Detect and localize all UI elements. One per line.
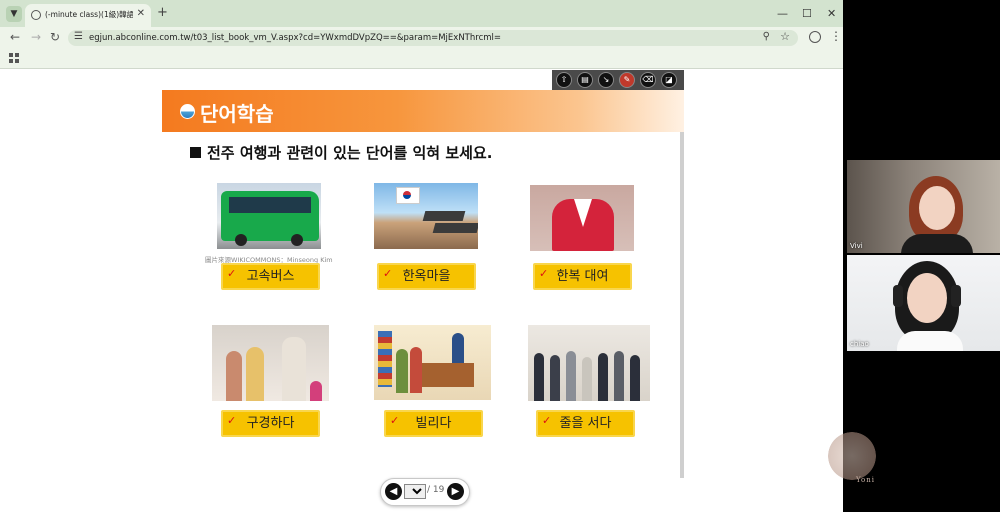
- word-label: 한복 대여: [556, 269, 609, 284]
- video-tile-chiao[interactable]: chiao: [847, 255, 1000, 351]
- close-tab-icon[interactable]: ✕: [137, 8, 145, 19]
- tab-search-icon[interactable]: ▼: [6, 6, 22, 22]
- word-card-0[interactable]: ✓ 고속버스: [221, 263, 320, 290]
- forward-icon[interactable]: →: [31, 30, 41, 44]
- check-mark-icon: ✓: [542, 414, 552, 427]
- word-label: 구경하다: [246, 416, 295, 431]
- word-label: 한옥마을: [402, 269, 451, 284]
- hanok-village-image: [374, 183, 478, 249]
- instruction-text: 전주 여행과 관련이 있는 단어를 익혀 보세요.: [190, 142, 492, 163]
- globe-icon: [31, 10, 41, 20]
- word-card-4[interactable]: ✓ 빌리다: [384, 410, 483, 437]
- watermark-logo: [828, 432, 876, 480]
- next-page-icon[interactable]: ▶: [447, 483, 464, 500]
- url-text: egjun.abconline.com.tw/t03_list_book_vm_…: [89, 33, 502, 43]
- close-window-icon[interactable]: ✕: [827, 7, 836, 20]
- bookmarks-bar: [0, 49, 843, 69]
- reload-icon[interactable]: ↻: [50, 30, 60, 44]
- page-select[interactable]: 5: [404, 484, 426, 499]
- rental-image: [374, 325, 491, 400]
- upload-icon[interactable]: ⇧: [556, 72, 572, 88]
- participant-name: Vivi: [850, 242, 863, 250]
- participant-name: chiao: [850, 340, 869, 348]
- instruction-label: 전주 여행과 관련이 있는 단어를 익혀 보세요.: [207, 144, 493, 162]
- bus-image: [217, 183, 321, 249]
- minimize-icon[interactable]: —: [777, 7, 788, 20]
- watermark-text: Yoni: [856, 476, 875, 484]
- check-mark-icon: ✓: [227, 414, 237, 427]
- word-label: 줄을 서다: [559, 416, 612, 431]
- bookmark-star-icon[interactable]: ☆: [780, 30, 790, 43]
- word-label: 빌리다: [415, 416, 452, 431]
- lesson-page: ⇧ ▤ ↘ ✎ ⌫ ◪ 단어학습 전주 여행과 관련이 있는 단어를 익혀 보세…: [160, 70, 684, 480]
- site-info-icon[interactable]: ☰: [74, 31, 83, 42]
- navigation-toolbar: ← → ↻ ☰ egjun.abconline.com.tw/t03_list_…: [0, 27, 843, 49]
- banner-ball-icon: [180, 104, 195, 119]
- pen-icon[interactable]: ✎: [619, 72, 635, 88]
- word-label: 고속버스: [246, 269, 295, 284]
- trash-icon[interactable]: ◪: [661, 72, 677, 88]
- queue-image: [528, 325, 650, 401]
- word-card-1[interactable]: ✓ 한옥마을: [377, 263, 476, 290]
- page-navigator: ◀ 5 / 19 ▶: [380, 478, 470, 506]
- word-card-3[interactable]: ✓ 구경하다: [221, 410, 320, 437]
- tab-bar: ▼ (-minute class)(1級)韓語的文化 ✕ + — ☐ ✕: [0, 0, 843, 27]
- zoom-icon[interactable]: ⚲: [763, 31, 770, 42]
- browser-tab[interactable]: (-minute class)(1級)韓語的文化 ✕: [25, 4, 151, 27]
- check-mark-icon: ✓: [383, 267, 393, 280]
- back-icon[interactable]: ←: [10, 30, 20, 44]
- page-total: / 19: [427, 485, 445, 495]
- lesson-scrollbar[interactable]: [680, 132, 684, 478]
- new-tab-icon[interactable]: +: [157, 5, 168, 20]
- hanbok-image: [530, 185, 634, 251]
- maximize-icon[interactable]: ☐: [802, 7, 812, 20]
- word-card-2[interactable]: ✓ 한복 대여: [533, 263, 632, 290]
- menu-kebab-icon[interactable]: ⋮: [830, 29, 842, 43]
- prev-page-icon[interactable]: ◀: [385, 483, 402, 500]
- check-mark-icon: ✓: [539, 267, 549, 280]
- browser-window: ▼ (-minute class)(1級)韓語的文化 ✕ + — ☐ ✕ ← →…: [0, 0, 843, 512]
- word-card-5[interactable]: ✓ 줄을 서다: [536, 410, 635, 437]
- address-bar[interactable]: ☰ egjun.abconline.com.tw/t03_list_book_v…: [68, 30, 798, 46]
- document-icon[interactable]: ▤: [577, 72, 593, 88]
- lesson-tool-bar: ⇧ ▤ ↘ ✎ ⌫ ◪: [552, 70, 684, 90]
- tab-title: (-minute class)(1級)韓語的文化: [45, 10, 133, 19]
- eraser-icon[interactable]: ⌫: [640, 72, 656, 88]
- section-banner: 단어학습: [162, 90, 684, 132]
- channel-watermark: Yoni: [820, 430, 884, 490]
- shopping-image: [212, 325, 329, 401]
- video-tile-vivi[interactable]: Vivi: [847, 160, 1000, 253]
- bullet-square-icon: [190, 147, 201, 158]
- apps-grid-icon[interactable]: [9, 53, 19, 63]
- banner-title: 단어학습: [200, 102, 274, 126]
- check-mark-icon: ✓: [390, 414, 400, 427]
- pointer-icon[interactable]: ↘: [598, 72, 614, 88]
- check-mark-icon: ✓: [227, 267, 237, 280]
- profile-icon[interactable]: [809, 31, 821, 43]
